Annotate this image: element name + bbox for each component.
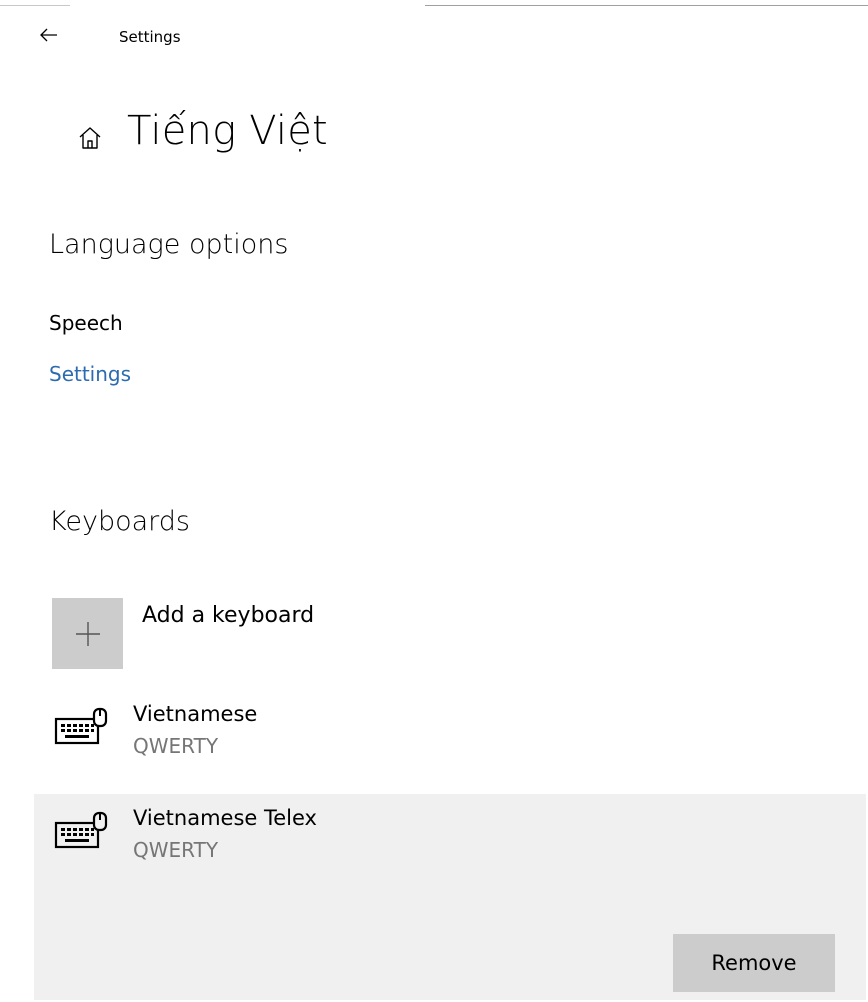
speech-label: Speech	[49, 311, 123, 335]
keyboards-heading: Keyboards	[49, 506, 190, 537]
keyboard-layout: QWERTY	[133, 734, 219, 758]
language-options-heading: Language options	[49, 229, 289, 260]
keyboard-name: Vietnamese Telex	[133, 806, 317, 830]
keyboard-name: Vietnamese	[133, 702, 258, 726]
home-icon[interactable]	[76, 124, 104, 152]
keyboard-item-vietnamese[interactable]: Vietnamese QWERTY	[34, 690, 866, 790]
keyboard-item-vietnamese-telex[interactable]: Vietnamese Telex QWERTY Remove	[34, 794, 866, 1000]
top-divider-left	[0, 5, 70, 6]
window-title: Settings	[119, 28, 181, 46]
settings-window: Settings Tiếng Việt Language options Spe…	[0, 0, 868, 1002]
top-divider-right	[425, 5, 868, 6]
add-keyboard-button[interactable]	[52, 598, 123, 669]
back-button[interactable]	[34, 20, 64, 50]
page-title: Tiếng Việt	[127, 108, 328, 154]
keyboard-icon	[54, 707, 108, 745]
add-keyboard-label[interactable]: Add a keyboard	[142, 603, 314, 628]
keyboard-icon	[54, 811, 108, 849]
remove-button[interactable]: Remove	[673, 934, 835, 992]
speech-settings-link[interactable]: Settings	[49, 362, 131, 386]
keyboard-layout: QWERTY	[133, 838, 219, 862]
plus-icon	[75, 621, 100, 646]
arrow-left-icon	[40, 28, 57, 42]
